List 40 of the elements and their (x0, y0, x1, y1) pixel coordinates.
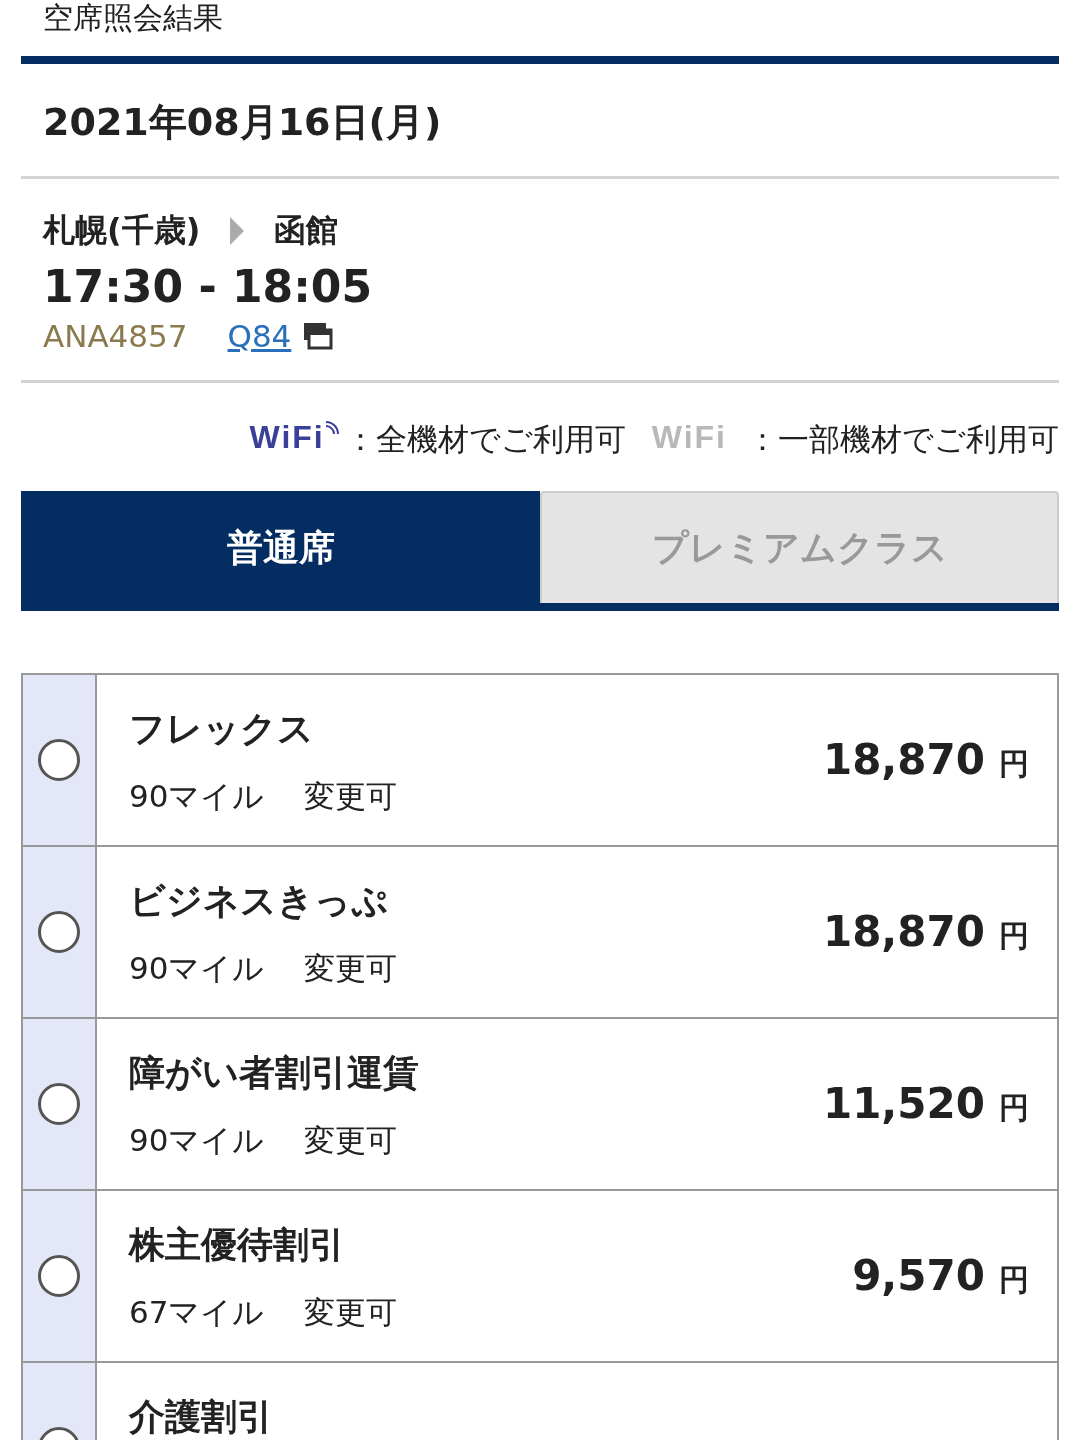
fare-change-policy: 変更可 (304, 949, 398, 988)
currency-label: 円 (999, 745, 1029, 783)
flight-times: 17:30 - 18:05 (43, 261, 373, 312)
radio-button[interactable] (38, 911, 80, 953)
flight-date: 2021年08月16日(月) (42, 99, 443, 146)
wifi-label: WiFi (651, 419, 727, 456)
radio-button[interactable] (38, 739, 80, 781)
flight-number: ANA4857 (43, 318, 188, 354)
seat-class-tab[interactable]: 普通席 (21, 491, 540, 603)
fare-price: 11,520 (822, 1079, 985, 1128)
fare-name: ビジネスきっぷ (129, 879, 389, 923)
signal-icon (324, 421, 339, 435)
wifi-legend-text: ：一部機材でご利用可 (747, 420, 1059, 459)
fare-name: フレックス (129, 707, 315, 751)
currency-label: 円 (999, 1261, 1029, 1299)
aircraft-link[interactable]: Q84 (227, 318, 292, 354)
currency-label: 円 (999, 917, 1029, 955)
destination-airport: 函館 (274, 210, 339, 251)
fare-name: 障がい者割引運賃 (129, 1051, 419, 1095)
fare-miles: 67マイル (129, 1293, 265, 1332)
fare-change-policy: 変更可 (304, 777, 398, 816)
fare-price: 18,870 (822, 907, 985, 956)
new-window-icon (303, 322, 334, 350)
fare-price: 9,570 (852, 1251, 985, 1300)
fare-name: 介護割引 (129, 1395, 273, 1439)
wifi-legend-text: ：全機材でご利用可 (344, 420, 626, 459)
fare-change-policy: 変更可 (304, 1121, 398, 1160)
radio-button[interactable] (38, 1255, 80, 1297)
fare-miles: 90マイル (129, 949, 265, 988)
radio-button[interactable] (38, 1083, 80, 1125)
wifi-label: WiFi (249, 419, 325, 456)
fare-miles: 90マイル (129, 777, 265, 816)
fare-change-policy: 変更可 (304, 1293, 398, 1332)
origin-airport: 札幌(千歳) (43, 210, 201, 251)
fare-price: 18,870 (822, 735, 985, 784)
page-title: 空席照会結果 (42, 0, 224, 37)
currency-label: 円 (999, 1089, 1029, 1127)
fare-name: 株主優待割引 (129, 1223, 346, 1267)
fare-miles: 90マイル (129, 1121, 265, 1160)
arrow-icon (230, 217, 245, 245)
